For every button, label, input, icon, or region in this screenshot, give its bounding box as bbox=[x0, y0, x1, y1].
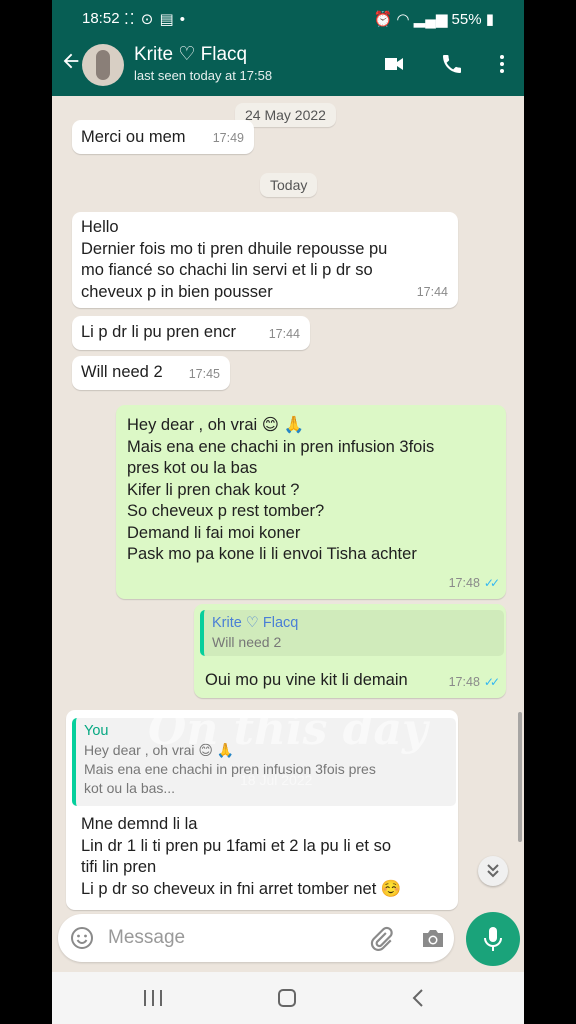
double-chevron-down-icon bbox=[487, 864, 499, 878]
voice-call-icon[interactable] bbox=[440, 52, 464, 76]
memory-overlay-title: On this day bbox=[148, 704, 428, 755]
message-time: 17:44 bbox=[416, 284, 448, 299]
memory-overlay-date: 18 Jul 2022 bbox=[240, 772, 313, 788]
microphone-icon bbox=[484, 927, 502, 951]
voice-record-button[interactable] bbox=[466, 912, 520, 966]
contact-name[interactable]: Krite ♡ Flacq bbox=[134, 43, 247, 66]
attach-icon[interactable] bbox=[368, 926, 394, 952]
message-text: Hey dear , oh vrai 😊 🙏 Mais ena ene chac… bbox=[127, 416, 435, 563]
message-text: Li p dr li pu pren encr bbox=[81, 323, 237, 341]
battery-icon: ▮ bbox=[485, 11, 494, 28]
message-text: Hello Dernier fois mo ti pren dhuile rep… bbox=[81, 218, 388, 301]
message-incoming[interactable]: Hello Dernier fois mo ti pren dhuile rep… bbox=[72, 212, 458, 308]
message-time-status: 17:48 ✓✓ bbox=[448, 672, 500, 694]
quoted-sender: Krite ♡ Flacq bbox=[212, 615, 299, 631]
video-call-icon[interactable] bbox=[382, 52, 406, 76]
read-ticks-icon: ✓✓ bbox=[483, 575, 500, 590]
message-text: Oui mo pu vine kit li demain bbox=[205, 671, 408, 689]
status-right: ⏰ ◠ ▂▄▆ 55% ▮ bbox=[374, 10, 494, 28]
recent-apps-icon[interactable] bbox=[142, 988, 164, 1008]
read-ticks-icon: ✓✓ bbox=[483, 674, 500, 689]
chat-scrollbar[interactable] bbox=[518, 712, 522, 842]
camera-icon[interactable] bbox=[420, 926, 446, 950]
message-incoming[interactable]: Will need 2 17:45 bbox=[72, 356, 230, 390]
message-time: 17:48 bbox=[448, 674, 480, 689]
scroll-to-bottom-button[interactable] bbox=[478, 856, 508, 886]
message-text: Mne demnd li la Lin dr 1 li ti pren pu 1… bbox=[81, 815, 402, 898]
status-bar: 18:52 ⁚⁚ ⊙ ▤ • ⏰ ◠ ▂▄▆ 55% ▮ bbox=[52, 0, 524, 38]
message-outgoing[interactable]: Hey dear , oh vrai 😊 🙏 Mais ena ene chac… bbox=[116, 405, 506, 599]
emoji-icon[interactable] bbox=[70, 926, 94, 950]
last-seen-status: last seen today at 17:58 bbox=[134, 68, 273, 83]
signal-icon: ▂▄▆ bbox=[413, 11, 448, 28]
message-text: Will need 2 bbox=[81, 363, 163, 381]
message-incoming[interactable]: Li p dr li pu pren encr 17:44 bbox=[72, 316, 310, 350]
battery-percent: 55% bbox=[451, 11, 482, 28]
alarm-icon: ⏰ bbox=[373, 11, 393, 28]
message-time: 17:45 bbox=[188, 366, 220, 381]
message-composer bbox=[58, 914, 454, 962]
chat-header: 18:52 ⁚⁚ ⊙ ▤ • ⏰ ◠ ▂▄▆ 55% ▮ Krite ♡ Fla… bbox=[52, 0, 524, 96]
wifi-icon: ◠ bbox=[396, 11, 410, 28]
more-options-icon[interactable] bbox=[490, 52, 514, 76]
message-time: 17:48 bbox=[448, 575, 480, 590]
notification-icons: ⁚⁚ ⊙ ▤ • bbox=[124, 11, 187, 28]
back-nav-icon[interactable] bbox=[410, 987, 426, 1009]
whatsapp-screen: 18:52 ⁚⁚ ⊙ ▤ • ⏰ ◠ ▂▄▆ 55% ▮ Krite ♡ Fla… bbox=[52, 0, 524, 1024]
message-text: Merci ou mem bbox=[81, 128, 186, 146]
status-time: 18:52 bbox=[82, 10, 120, 27]
message-input[interactable] bbox=[106, 926, 350, 950]
message-time-status: 17:48 ✓✓ bbox=[448, 573, 500, 595]
message-time: 17:49 bbox=[212, 130, 244, 145]
home-icon[interactable] bbox=[276, 987, 298, 1009]
quoted-text: Will need 2 bbox=[212, 634, 282, 650]
message-outgoing-reply[interactable]: Krite ♡ Flacq Will need 2 Oui mo pu vine… bbox=[194, 604, 506, 698]
quoted-message[interactable]: Krite ♡ Flacq Will need 2 bbox=[200, 610, 504, 656]
back-arrow-icon[interactable] bbox=[60, 50, 82, 72]
date-chip-today: Today bbox=[260, 173, 318, 197]
message-incoming[interactable]: Merci ou mem 17:49 bbox=[72, 120, 254, 154]
contact-avatar[interactable] bbox=[82, 44, 124, 86]
system-nav-bar bbox=[52, 972, 524, 1024]
message-time: 17:44 bbox=[268, 326, 300, 341]
